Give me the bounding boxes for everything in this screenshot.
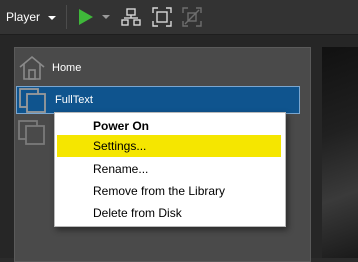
menu-item-label: Delete from Disk bbox=[93, 206, 182, 220]
menu-item-label: Power On bbox=[93, 119, 150, 133]
toolbar-divider bbox=[66, 5, 67, 29]
network-icon bbox=[121, 8, 141, 26]
menu-item-label: Settings... bbox=[93, 139, 147, 153]
library-item-vm[interactable] bbox=[16, 118, 54, 146]
library-item-label: Home bbox=[52, 62, 82, 74]
power-on-button[interactable] bbox=[75, 6, 97, 28]
menu-item-label: Remove from the Library bbox=[93, 184, 226, 198]
vm-icon bbox=[18, 120, 45, 145]
vm-preview-thumbnail bbox=[322, 47, 358, 258]
menu-item-remove-from-library[interactable]: Remove from the Library bbox=[57, 180, 281, 202]
menu-item-power-on[interactable]: Power On bbox=[57, 115, 281, 137]
unity-button[interactable] bbox=[181, 6, 203, 28]
menu-item-delete-from-disk[interactable]: Delete from Disk bbox=[57, 202, 281, 224]
menu-item-settings[interactable]: Settings... bbox=[57, 135, 281, 157]
toolbar: Player bbox=[0, 0, 358, 35]
chevron-down-icon[interactable] bbox=[102, 15, 110, 19]
library-item-label: FullText bbox=[55, 94, 93, 106]
library-item-home[interactable]: Home bbox=[16, 54, 81, 82]
fullscreen-icon bbox=[152, 7, 172, 27]
library-item-fulltext[interactable]: FullText bbox=[16, 86, 300, 114]
full-screen-button[interactable] bbox=[151, 6, 173, 28]
home-icon bbox=[19, 55, 45, 80]
player-menu-button[interactable]: Player bbox=[6, 8, 57, 26]
send-ctrl-alt-del-button[interactable] bbox=[120, 6, 142, 28]
play-icon bbox=[79, 9, 93, 25]
vm-icon bbox=[19, 88, 46, 113]
chevron-down-icon bbox=[48, 16, 57, 20]
unity-disabled-icon bbox=[182, 7, 202, 27]
menu-item-label: Rename... bbox=[93, 162, 149, 176]
context-menu: Power On Settings... Rename... Remove fr… bbox=[54, 112, 286, 227]
player-menu-label: Player bbox=[6, 10, 41, 24]
menu-item-rename[interactable]: Rename... bbox=[57, 158, 281, 180]
